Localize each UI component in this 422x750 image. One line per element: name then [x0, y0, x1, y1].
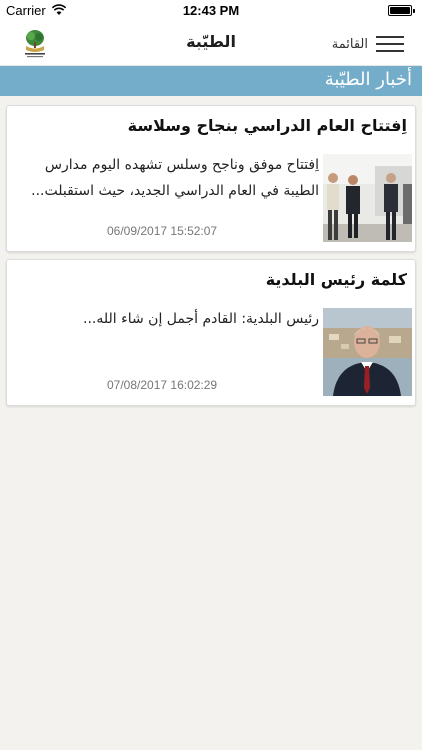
article-title[interactable]: كلمة رئيس البلدية — [15, 270, 407, 289]
status-bar: Carrier 12:43 PM — [0, 0, 422, 22]
article-excerpt[interactable]: اِفتتاح موفق وناجح وسلس تشهده اليوم مدار… — [13, 152, 319, 204]
menu-button[interactable]: القائمة — [332, 32, 404, 56]
article-thumbnail[interactable] — [323, 308, 412, 396]
status-time: 12:43 PM — [182, 3, 240, 18]
section-header: أخبار الطيّبة — [0, 66, 422, 96]
nav-bar: الطيّبة القائمة — [0, 22, 422, 66]
battery-icon — [388, 5, 415, 16]
article-card[interactable]: اِفتتاح العام الدراسي بنجاح وسلاسة اِفتت… — [6, 105, 416, 252]
article-excerpt[interactable]: رئيس البلدية: القادم أجمل إن شاء الله... — [13, 306, 319, 332]
article-title[interactable]: اِفتتاح العام الدراسي بنجاح وسلاسة — [15, 116, 407, 135]
article-card[interactable]: كلمة رئيس البلدية رئيس البلدية: القادم أ… — [6, 259, 416, 406]
article-thumbnail[interactable] — [323, 154, 412, 242]
hamburger-icon[interactable] — [376, 36, 404, 52]
menu-label: القائمة — [331, 36, 368, 52]
article-date: 07/08/2017 16:02:29 — [107, 378, 218, 392]
section-title: أخبار الطيّبة — [324, 69, 412, 90]
article-date: 06/09/2017 15:52:07 — [107, 224, 218, 238]
